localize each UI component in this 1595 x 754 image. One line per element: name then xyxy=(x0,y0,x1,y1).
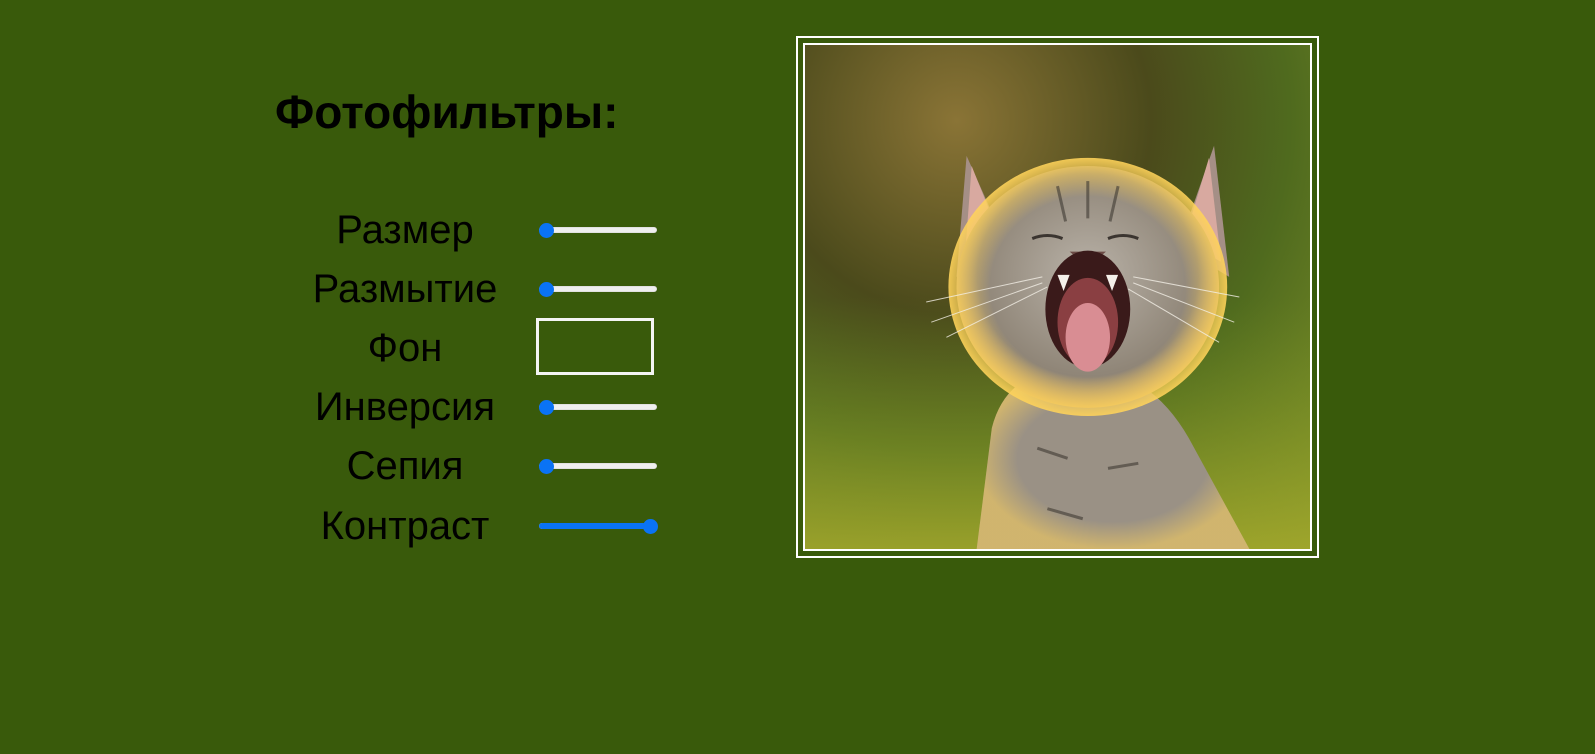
kitten-photo xyxy=(805,45,1310,549)
invert-slider[interactable] xyxy=(539,400,657,415)
slider-thumb[interactable] xyxy=(539,282,554,297)
filter-label-size: Размер xyxy=(336,208,474,252)
slider-track xyxy=(539,227,657,233)
photo-frame xyxy=(796,36,1319,558)
slider-thumb[interactable] xyxy=(643,519,658,534)
filter-label-blur: Размытие xyxy=(312,267,498,311)
filter-row-sepia: Сепия xyxy=(300,441,670,491)
filter-row-invert: Инверсия xyxy=(300,382,670,432)
slider-track xyxy=(539,463,657,469)
slider-thumb[interactable] xyxy=(539,223,554,238)
filter-label-invert: Инверсия xyxy=(314,385,496,429)
background-color-picker[interactable] xyxy=(536,318,654,375)
filter-label-contrast: Контраст xyxy=(320,504,490,548)
photo-frame-inner xyxy=(803,43,1312,551)
page-title: Фотофильтры: xyxy=(275,86,619,138)
filter-row-contrast: Контраст xyxy=(300,501,670,551)
slider-thumb[interactable] xyxy=(539,459,554,474)
sepia-slider[interactable] xyxy=(539,459,657,474)
filter-label-sepia: Сепия xyxy=(346,444,464,488)
filter-row-background: Фон xyxy=(300,318,670,375)
filter-row-blur: Размытие xyxy=(300,264,670,314)
filter-label-background: Фон xyxy=(367,326,443,370)
size-slider[interactable] xyxy=(539,223,657,238)
contrast-slider[interactable] xyxy=(539,519,658,534)
slider-thumb[interactable] xyxy=(539,400,554,415)
filter-row-size: Размер xyxy=(300,205,670,255)
slider-track xyxy=(539,404,657,410)
slider-track xyxy=(539,286,657,292)
blur-slider[interactable] xyxy=(539,282,657,297)
photo-filters-page: Фотофильтры: Размер Размытие Фон Инверси… xyxy=(0,0,1595,754)
slider-fill xyxy=(539,523,650,529)
